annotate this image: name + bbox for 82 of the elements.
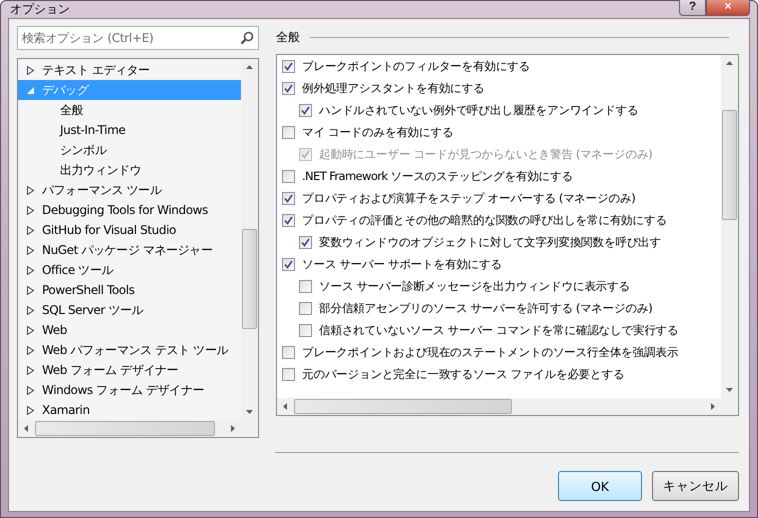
option-label[interactable]: 信頼されていないソース サーバー コマンドを常に確認なしで実行する	[277, 319, 721, 341]
checkbox[interactable]	[299, 280, 312, 292]
checkbox[interactable]	[299, 302, 312, 314]
search-field[interactable]: 検索オプション (Ctrl+E)	[17, 26, 259, 50]
option-label[interactable]: プロパティの評価とその他の暗黙的な関数の呼び出しを常に有効にする	[277, 209, 721, 231]
scroll-left-arrow-icon[interactable]	[23, 425, 30, 432]
tree-item[interactable]: Debugging Tools for Windows	[18, 200, 241, 220]
expand-arrow-icon[interactable]	[26, 266, 35, 274]
option-label[interactable]: 元のバージョンと完全に一致するソース ファイルを必要とする	[277, 363, 721, 385]
tree-item[interactable]: シンボル	[18, 140, 241, 160]
window-title: オプション	[9, 1, 71, 18]
scroll-up-arrow-icon[interactable]	[726, 60, 733, 67]
tree-item[interactable]: Xamarin	[18, 400, 241, 420]
tree-item[interactable]: Web パフォーマンス テスト ツール	[18, 340, 241, 360]
checkbox[interactable]	[282, 214, 295, 226]
expand-arrow-icon[interactable]	[26, 226, 35, 234]
collapse-arrow-icon[interactable]	[26, 86, 35, 94]
scroll-right-arrow-icon[interactable]	[229, 425, 236, 432]
option-label[interactable]: 部分信頼アセンブリのソース サーバーを許可する (マネージのみ)	[277, 297, 721, 319]
tree-item[interactable]: 出力ウィンドウ	[18, 160, 241, 180]
tree-item[interactable]: NuGet パッケージ マネージャー	[18, 240, 241, 260]
tree-item[interactable]: PowerShell Tools	[18, 280, 241, 300]
expand-arrow-icon[interactable]	[26, 66, 35, 74]
option-label[interactable]: 変数ウィンドウのオブジェクトに対して文字列変換関数を呼び出す	[277, 231, 721, 253]
expand-arrow-icon[interactable]	[26, 306, 35, 314]
checkbox[interactable]	[282, 60, 295, 72]
tree-item[interactable]: Just-In-Time	[18, 120, 241, 140]
option-label[interactable]: ハンドルされていない例外で呼び出し履歴をアンワインドする	[277, 99, 721, 121]
option-label[interactable]: ソース サーバー診断メッセージを出力ウィンドウに表示する	[277, 275, 721, 297]
horizontal-scrollbar[interactable]	[18, 420, 241, 437]
scroll-left-arrow-icon[interactable]	[282, 403, 289, 410]
tree-item[interactable]: Web フォーム デザイナー	[18, 360, 241, 380]
scroll-right-arrow-icon[interactable]	[709, 403, 716, 410]
expand-arrow-icon[interactable]	[26, 206, 35, 214]
search-icon[interactable]	[240, 31, 254, 45]
tree-item[interactable]: Web	[18, 320, 241, 340]
checkbox[interactable]	[282, 170, 295, 182]
option-label[interactable]: プロパティおよび演算子をステップ オーバーする (マネージのみ)	[277, 187, 721, 209]
option-label[interactable]: .NET Framework ソースのステッピングを有効にする	[277, 165, 721, 187]
scroll-down-arrow-icon[interactable]	[726, 386, 733, 393]
section-title: 全般	[276, 29, 300, 46]
tree-item[interactable]: テキスト エディター	[18, 60, 241, 80]
tree-item[interactable]: GitHub for Visual Studio	[18, 220, 241, 240]
scrollbar-thumb[interactable]	[722, 110, 737, 220]
expand-arrow-icon[interactable]	[26, 366, 35, 374]
expand-arrow-icon[interactable]	[26, 406, 35, 414]
checkbox[interactable]	[282, 368, 295, 380]
option-label[interactable]: マイ コードのみを有効にする	[277, 121, 721, 143]
expand-arrow-icon[interactable]	[26, 386, 35, 394]
tree-item[interactable]: SQL Server ツール	[18, 300, 241, 320]
cancel-button[interactable]: キャンセル	[652, 471, 739, 501]
tree-item[interactable]: Windows フォーム デザイナー	[18, 380, 241, 400]
scrollbar-thumb[interactable]	[294, 399, 512, 414]
checkbox[interactable]	[282, 82, 295, 94]
vertical-scrollbar[interactable]	[721, 55, 738, 398]
checkbox[interactable]	[282, 126, 295, 138]
option-label[interactable]: ブレークポイントおよび現在のステートメントのソース行全体を強調表示	[277, 341, 721, 363]
expand-arrow-icon[interactable]	[26, 286, 35, 294]
tree-item[interactable]: 全般	[18, 100, 241, 120]
checkbox[interactable]	[282, 346, 295, 358]
scrollbar-thumb[interactable]	[35, 421, 215, 436]
option-label[interactable]: ソース サーバー サポートを有効にする	[277, 253, 721, 275]
vertical-scrollbar[interactable]	[241, 59, 258, 420]
help-button[interactable]: ?	[679, 0, 706, 16]
scroll-down-arrow-icon[interactable]	[246, 408, 253, 415]
scrollbar-thumb[interactable]	[242, 229, 257, 329]
checkbox[interactable]	[299, 236, 312, 248]
checkbox[interactable]	[282, 258, 295, 270]
horizontal-scrollbar[interactable]	[277, 398, 721, 415]
expand-arrow-icon[interactable]	[26, 246, 35, 254]
expand-arrow-icon[interactable]	[26, 326, 35, 334]
expand-arrow-icon[interactable]	[26, 186, 35, 194]
expand-arrow-icon[interactable]	[26, 346, 35, 354]
option-label[interactable]: 例外処理アシスタントを有効にする	[277, 77, 721, 99]
tree-item[interactable]: Office ツール	[18, 260, 241, 280]
scroll-up-arrow-icon[interactable]	[246, 64, 253, 71]
option-label[interactable]: ブレークポイントのフィルターを有効にする	[277, 55, 721, 77]
checkbox[interactable]	[282, 192, 295, 204]
ok-button[interactable]: OK	[558, 471, 642, 501]
checkbox[interactable]	[299, 324, 312, 336]
checkbox[interactable]	[299, 104, 312, 116]
tree-item[interactable]: パフォーマンス ツール	[18, 180, 241, 200]
